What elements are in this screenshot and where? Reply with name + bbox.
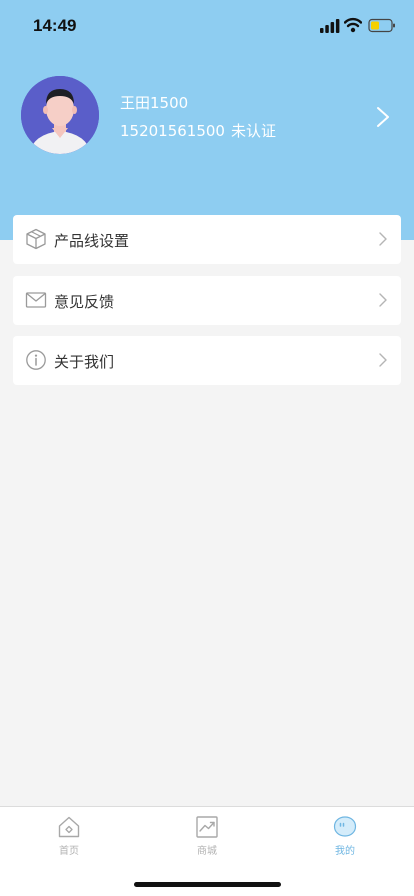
status-bar: 14:49 [0,0,414,52]
tab-home[interactable]: 首页 [29,815,109,863]
menu-item-feedback[interactable]: 意见反馈 [13,276,401,325]
home-indicator [134,882,281,887]
user-portrait-icon [21,76,99,154]
tab-label: 首页 [59,846,79,857]
chevron-right-icon[interactable] [376,106,390,128]
tab-mall[interactable]: 商城 [167,815,247,863]
verification-status: 未认证 [230,122,276,140]
tab-label: 我的 [335,846,355,857]
home-icon [58,816,80,838]
menu-item-about-us[interactable]: 关于我们 [13,336,401,385]
chevron-right-icon [379,232,387,246]
tab-label: 商城 [197,846,217,857]
profile-section[interactable]: 王田1500 15201561500 未认证 [0,70,414,170]
tab-mine[interactable]: 我的 [305,815,385,863]
menu-item-label: 产品线设置 [54,232,130,250]
chevron-right-icon [379,353,387,367]
user-phone-line: 15201561500 未认证 [120,120,276,141]
menu-item-product-line-settings[interactable]: 产品线设置 [13,215,401,264]
chat-bubble-icon [333,816,357,837]
cube-icon [26,228,46,250]
status-time: 14:49 [33,16,77,35]
info-icon [26,350,46,370]
menu-item-label: 关于我们 [54,353,115,371]
user-phone: 15201561500 [120,122,225,140]
avatar[interactable] [21,76,99,154]
wifi-icon [344,17,362,33]
battery-icon [368,18,395,33]
user-name: 王田1500 [120,94,189,112]
trend-chart-icon [196,816,218,838]
signal-icon [320,19,340,33]
chevron-right-icon [379,293,387,307]
menu-item-label: 意见反馈 [54,293,115,311]
envelope-icon [25,292,47,308]
